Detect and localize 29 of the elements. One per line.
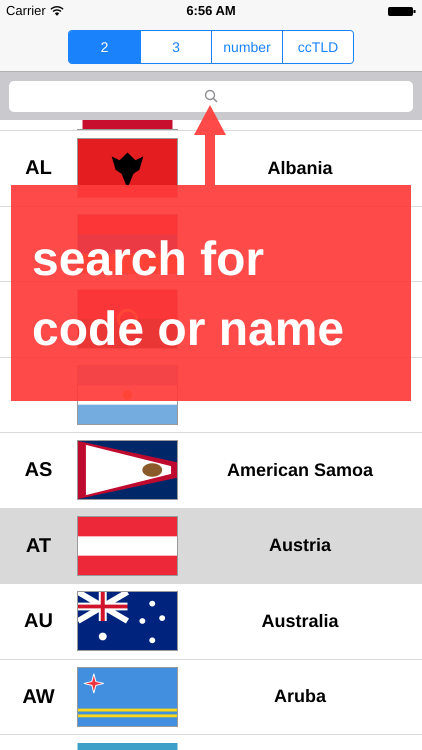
flag-icon — [77, 440, 178, 500]
flag-icon — [77, 591, 178, 652]
segment-tab[interactable]: number — [211, 31, 282, 63]
search-field[interactable] — [9, 80, 413, 112]
country-name: Australia — [261, 610, 339, 633]
country-name: American Samoa — [226, 458, 374, 482]
country-code: AL — [25, 156, 52, 182]
country-code: AS — [24, 458, 52, 484]
country-name: Aruba — [274, 685, 326, 708]
country-name: Albania — [267, 156, 332, 180]
country-name: Austria — [268, 534, 331, 558]
segment-tab[interactable]: 2 — [69, 31, 140, 63]
wifi-icon — [50, 6, 64, 16]
flag-icon — [77, 666, 178, 727]
country-code: AT — [26, 534, 52, 559]
flag-icon — [77, 120, 178, 130]
status-time: 6:56 AM — [186, 2, 236, 20]
search-icon — [204, 89, 218, 103]
segment-tab[interactable]: ccTLD — [282, 31, 353, 63]
flag-icon — [77, 743, 178, 750]
country-code: AU — [24, 609, 53, 634]
country-row[interactable]: AT Austria — [0, 508, 422, 583]
flag-icon — [77, 516, 178, 576]
segment-tab[interactable]: 3 — [140, 31, 211, 63]
carrier-label: Carrier — [6, 2, 46, 20]
battery-icon — [388, 6, 416, 16]
callout-text: code or name — [32, 306, 344, 354]
country-code: AW — [22, 684, 55, 710]
callout-text: search for — [32, 236, 264, 284]
